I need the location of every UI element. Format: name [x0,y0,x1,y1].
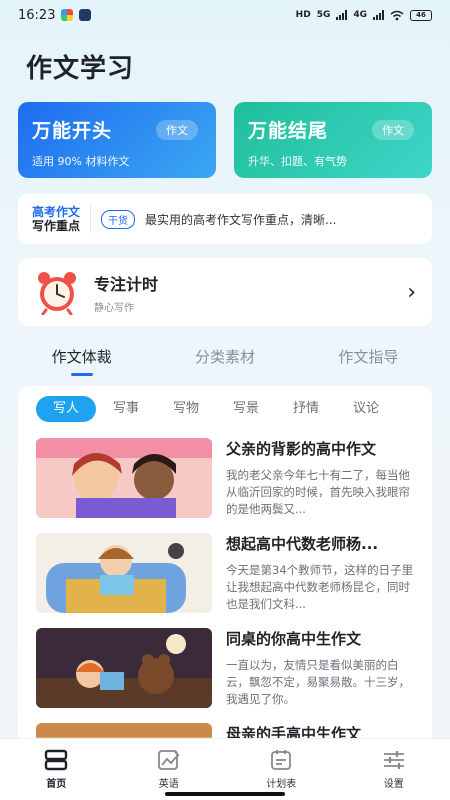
genre-chips: 写人 写事 写物 写景 抒情 议论 [18,386,432,422]
chip-scenery[interactable]: 写景 [216,396,276,422]
nav-label: 设置 [383,779,404,790]
article-item[interactable]: 想起高中代数老师杨... 今天是第34个教师节，这样的日子里让我想起高中代数老师… [18,517,432,613]
focus-text: 专注计时 静心写作 [94,271,393,314]
notice-logo-line2: 写作重点 [32,219,81,233]
focus-title: 专注计时 [94,274,159,294]
page-title: 作文学习 [26,54,135,84]
settings-icon [383,751,404,769]
card-subtitle: 适用 90% 材料作文 [32,155,130,168]
nav-english[interactable]: 英语 [129,749,209,790]
chip-argument[interactable]: 议论 [336,396,396,422]
notice-logo: 高考作文 写作重点 [32,205,92,233]
tab-genre[interactable]: 作文体裁 [52,344,112,380]
feature-cards: 万能开头 适用 90% 材料作文 作文 万能结尾 升华、扣题、有气势 作文 [0,102,450,178]
tab-materials[interactable]: 分类素材 [195,344,255,380]
article-title: 同桌的你高中生作文 [226,630,362,648]
nav-settings[interactable]: 设置 [354,749,434,790]
signal-4g-icon [373,10,384,20]
battery-icon: 46 [410,9,432,21]
nav-label: 计划表 [266,779,297,790]
article-item[interactable]: 同桌的你高中生作文 一直以为，友情只是看似美丽的白云，飘忽不定，易聚易散。十三岁… [18,612,432,708]
nav-plan[interactable]: 计划表 [241,749,321,790]
chip-events[interactable]: 写事 [96,396,156,422]
hd-label: HD [295,10,311,20]
card-tag: 作文 [372,120,414,140]
4g-label: 4G [353,10,367,20]
signal-5g-icon [336,10,348,20]
nav-home[interactable]: 首页 [16,749,96,790]
article-title: 父亲的背影的高中作文 [226,440,377,458]
article-item[interactable]: 父亲的背影的高中作文 我的老父亲今年七十有二了，每当他从临沂回家的时候，首先映入… [18,422,432,518]
opening-template-card[interactable]: 万能开头 适用 90% 材料作文 作文 [18,102,216,178]
app-notification-icon [61,9,74,21]
article-title: 想起高中代数老师杨... [226,535,379,553]
notice-text: 最实用的高考作文写作重点，清晰... [145,212,337,227]
bottom-nav: 首页 英语 计划表 设置 [0,738,450,800]
status-time: 16:23 [18,7,56,23]
5g-label: 5G [316,10,331,20]
article-thumbnail [36,533,212,613]
article-thumbnail [36,438,212,518]
message-notification-icon [79,9,92,21]
chip-people[interactable]: 写人 [36,396,96,422]
battery-level: 46 [416,11,426,19]
notice-logo-line1: 高考作文 [32,205,81,219]
focus-subtitle: 静心写作 [94,302,134,314]
english-icon [157,750,180,770]
article-excerpt: 我的老父亲今年七十有二了，每当他从临沂回家的时候，首先映入我眼帘的是他两鬓又..… [226,468,410,516]
notice-tag: 干货 [101,209,136,229]
notice-bar[interactable]: 高考作文 写作重点 干货 最实用的高考作文写作重点，清晰... [18,194,432,244]
status-bar: 16:23 HD 5G 4G 46 [0,0,450,30]
home-icon [45,749,68,771]
card-tag: 作文 [156,120,198,140]
article-excerpt: 一直以为，友情只是看似美丽的白云，飘忽不定，易聚易散。十三岁，我遇见了你。 [226,658,410,706]
tab-guidance[interactable]: 作文指导 [338,344,398,380]
nav-label: 英语 [158,779,179,790]
card-subtitle: 升华、扣题、有气势 [248,155,347,168]
chevron-right-icon: › [407,279,416,305]
chip-lyric[interactable]: 抒情 [276,396,336,422]
focus-timer-card[interactable]: 专注计时 静心写作 › [18,258,432,326]
calendar-icon [271,750,292,770]
alarm-clock-icon [38,272,76,315]
chip-objects[interactable]: 写物 [156,396,216,422]
content-panel: 写人 写事 写物 写景 抒情 议论 父亲的背影的高中作文 我的老父亲今年七十有二… [18,386,432,746]
home-indicator [165,792,285,796]
wifi-icon [390,10,404,20]
category-tabs: 作文体裁 分类素材 作文指导 [0,344,450,380]
nav-label: 首页 [46,779,67,790]
ending-template-card[interactable]: 万能结尾 升华、扣题、有气势 作文 [234,102,432,178]
article-excerpt: 今天是第34个教师节，这样的日子里让我想起高中代数老师杨昆仑，同时也是我们文科.… [226,563,414,611]
article-thumbnail [36,628,212,708]
